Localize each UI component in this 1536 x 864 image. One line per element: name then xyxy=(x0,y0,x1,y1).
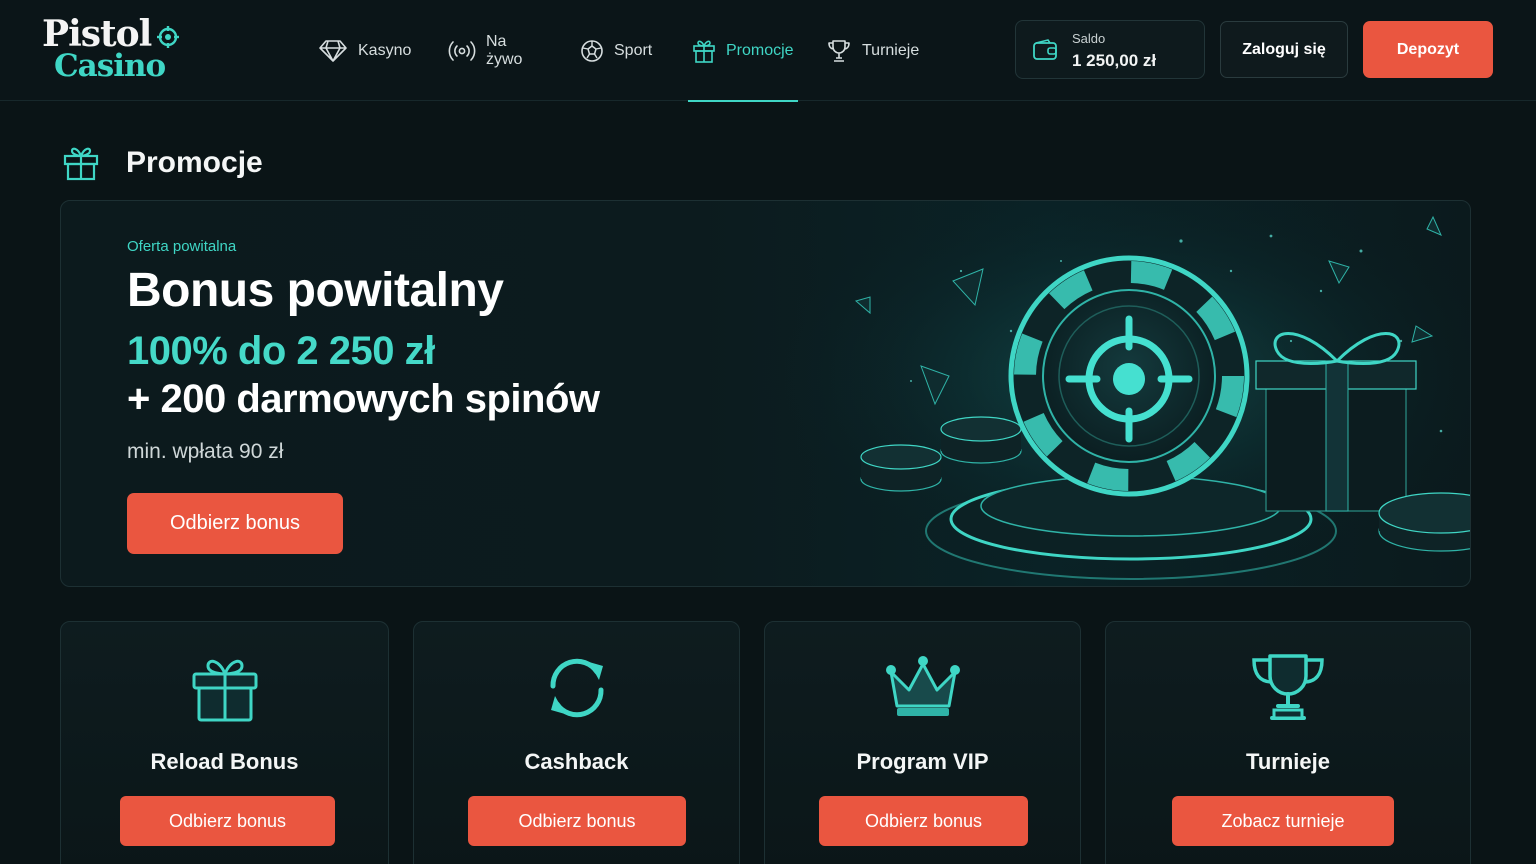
promo-card-reload-bonus: Reload Bonus Odbierz bonus xyxy=(60,621,389,864)
trophy-icon xyxy=(1252,654,1324,720)
card-claim-button[interactable]: Odbierz bonus xyxy=(468,796,686,846)
hero-eyebrow: Oferta powitalna xyxy=(127,238,237,255)
nav-item-label: Na żywo xyxy=(486,32,523,68)
card-claim-button[interactable]: Odbierz bonus xyxy=(120,796,335,846)
crown-icon xyxy=(885,656,960,716)
card-title: Cashback xyxy=(524,749,629,774)
top-header: Pistol Casino Kasyno Na żywo Sport Promo… xyxy=(0,0,1536,102)
trophy-icon xyxy=(828,39,850,62)
balance-value: 1 250,00 zł xyxy=(1072,51,1157,70)
gift-icon xyxy=(693,40,715,63)
refresh-icon xyxy=(549,658,604,718)
hero-title: Bonus powitalny xyxy=(127,264,504,317)
balance-box[interactable]: Saldo 1 250,00 zł xyxy=(1015,20,1205,79)
nav-item-turnieje[interactable]: Turnieje xyxy=(826,0,919,101)
nav-item-sport[interactable]: Sport xyxy=(580,0,652,101)
page-title: Promocje xyxy=(126,146,263,179)
nav-item-label: Turnieje xyxy=(862,41,920,59)
promo-card-cashback: Cashback Odbierz bonus xyxy=(413,621,740,864)
gift-icon xyxy=(192,659,257,722)
nav-item-label: Sport xyxy=(614,41,653,59)
logo[interactable]: Pistol Casino xyxy=(42,14,192,86)
logo-text-casino: Casino xyxy=(54,48,166,84)
card-tournaments-button[interactable]: Zobacz turnieje xyxy=(1172,796,1394,846)
login-button[interactable]: Zaloguj się xyxy=(1220,21,1348,78)
ball-icon xyxy=(581,39,603,62)
nav-item-promocje[interactable]: Promocje xyxy=(688,0,798,102)
nav-item-kasyno[interactable]: Kasyno xyxy=(318,0,411,101)
hero-min-deposit: min. wpłata 90 zł xyxy=(127,440,284,463)
card-claim-button[interactable]: Odbierz bonus xyxy=(819,796,1028,846)
hero-offer-spins: + 200 darmowych spinów xyxy=(127,377,600,421)
live-broadcast-icon xyxy=(448,40,476,61)
promo-card-turnieje: Turnieje Zobacz turnieje xyxy=(1105,621,1471,864)
promo-card-program-vip: Program VIP Odbierz bonus xyxy=(764,621,1081,864)
wallet-icon xyxy=(1033,39,1057,60)
hero-offer-amount: 100% do 2 250 zł xyxy=(127,329,435,373)
nav-item-label: Kasyno xyxy=(358,41,412,59)
hero-claim-button[interactable]: Odbierz bonus xyxy=(127,493,343,554)
welcome-bonus-banner: Oferta powitalna Bonus powitalny 100% do… xyxy=(60,200,1471,587)
card-title: Program VIP xyxy=(856,749,989,774)
gift-icon xyxy=(63,147,99,181)
deposit-button[interactable]: Depozyt xyxy=(1363,21,1493,78)
diamond-icon xyxy=(319,39,347,62)
card-title: Turnieje xyxy=(1246,749,1330,774)
nav-item-na-zywo[interactable]: Na żywo xyxy=(448,0,522,101)
card-title: Reload Bonus xyxy=(150,749,299,774)
casino-chip-illustration xyxy=(761,201,1470,586)
crosshair-icon xyxy=(157,26,179,48)
nav-item-label: Promocje xyxy=(726,41,794,59)
balance-label: Saldo xyxy=(1072,31,1106,46)
